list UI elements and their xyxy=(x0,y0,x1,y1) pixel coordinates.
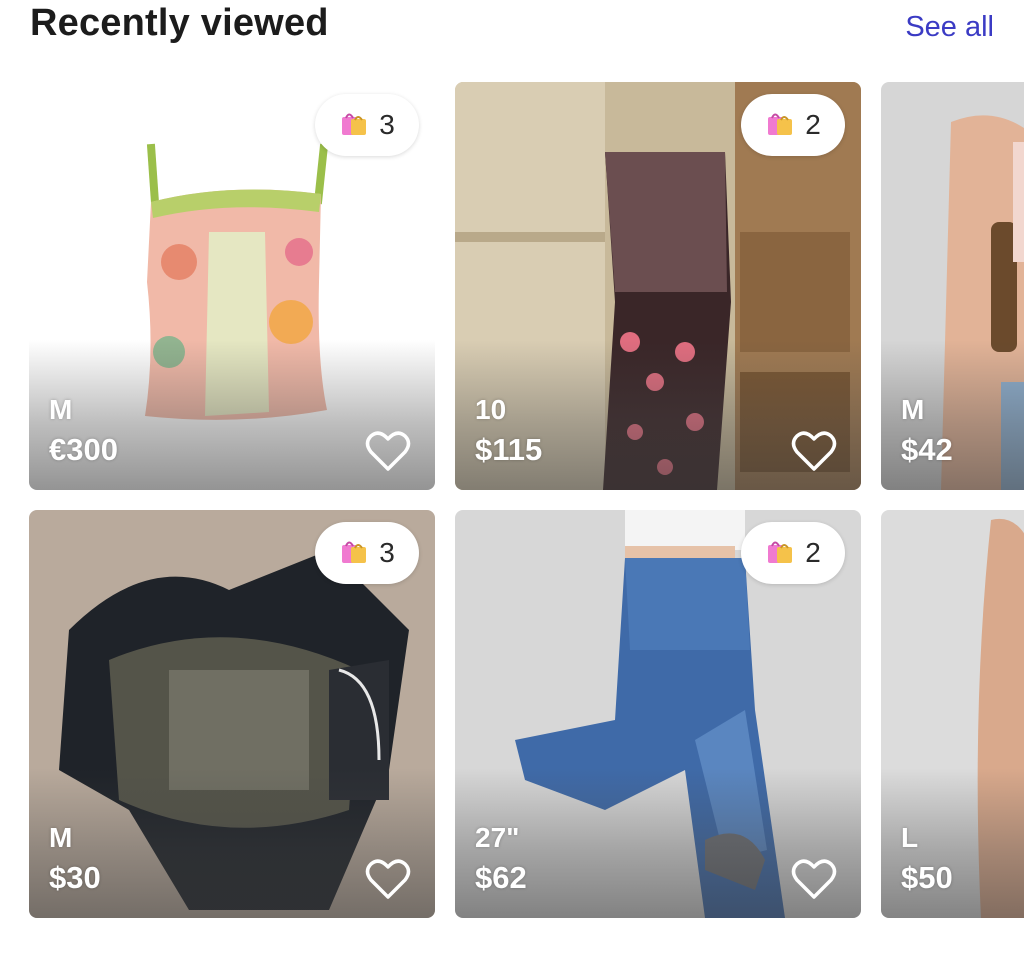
item-price: $42 xyxy=(901,432,953,467)
item-size: 27" xyxy=(475,822,520,853)
bag-count: 2 xyxy=(805,537,821,568)
product-card[interactable]: 3 M $30 xyxy=(29,510,435,918)
product-card[interactable]: M $42 xyxy=(881,82,1024,490)
recently-viewed-grid: 3 M €300 2 10 $115 M $42 3 M $30 2 27" $… xyxy=(0,0,1024,976)
product-card[interactable]: 3 M €300 xyxy=(29,82,435,490)
item-price: $50 xyxy=(901,860,953,895)
product-photo xyxy=(881,510,1024,918)
item-size: M xyxy=(901,394,925,425)
shopping-bags-icon xyxy=(339,108,369,143)
in-bags-badge: 3 xyxy=(315,94,419,156)
item-price: $30 xyxy=(49,860,101,895)
shopping-bags-icon xyxy=(765,108,795,143)
item-price: $115 xyxy=(475,432,543,467)
item-size: M xyxy=(49,394,73,425)
product-card[interactable]: L $50 xyxy=(881,510,1024,918)
shopping-bags-icon xyxy=(765,536,795,571)
heart-outline-icon[interactable] xyxy=(791,430,837,472)
item-price: €300 xyxy=(49,432,118,467)
product-card[interactable]: 2 27" $62 xyxy=(455,510,861,918)
product-photo xyxy=(881,82,1024,490)
bag-count: 3 xyxy=(379,537,395,568)
bag-count: 2 xyxy=(805,109,821,140)
in-bags-badge: 2 xyxy=(741,94,845,156)
shopping-bags-icon xyxy=(339,536,369,571)
item-size: 10 xyxy=(475,394,507,425)
product-card[interactable]: 2 10 $115 xyxy=(455,82,861,490)
in-bags-badge: 2 xyxy=(741,522,845,584)
item-price: $62 xyxy=(475,860,527,895)
heart-outline-icon[interactable] xyxy=(365,430,411,472)
in-bags-badge: 3 xyxy=(315,522,419,584)
heart-outline-icon[interactable] xyxy=(791,858,837,900)
item-size: L xyxy=(901,822,919,853)
bag-count: 3 xyxy=(379,109,395,140)
heart-outline-icon[interactable] xyxy=(365,858,411,900)
item-size: M xyxy=(49,822,73,853)
